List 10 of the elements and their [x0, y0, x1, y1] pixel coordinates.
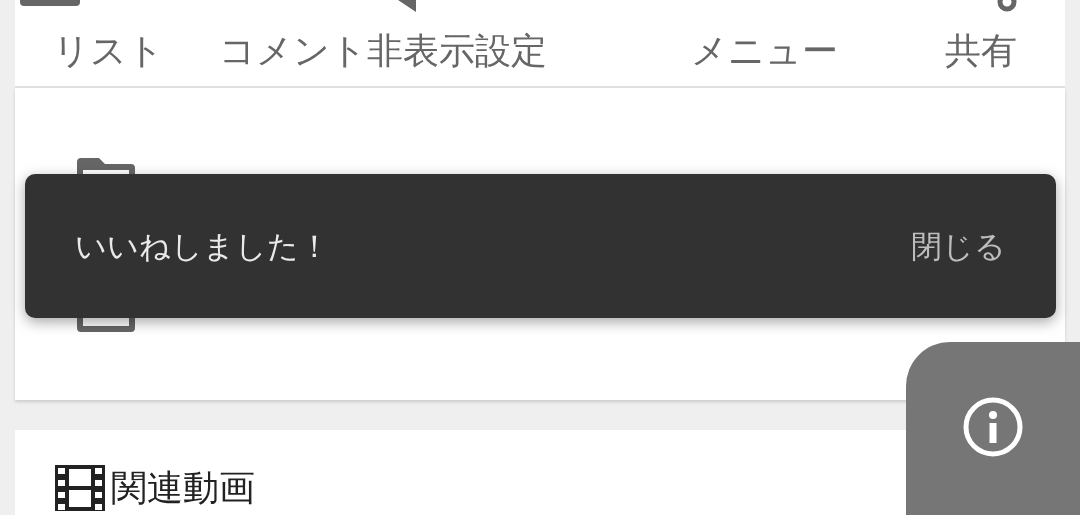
close-button[interactable]: 閉じる: [911, 222, 1006, 270]
action-label[interactable]: 共有: [945, 30, 1017, 71]
film-icon: [55, 465, 105, 511]
action-label[interactable]: コメント非表示設定: [219, 30, 547, 71]
snackbar-message: いいねしました！: [75, 226, 330, 266]
action-label[interactable]: メニュー: [691, 30, 838, 71]
info-icon: [962, 395, 1024, 458]
section-title: 関連動画: [111, 466, 255, 510]
info-button[interactable]: [906, 342, 1080, 515]
action-label[interactable]: リスト: [53, 30, 164, 71]
